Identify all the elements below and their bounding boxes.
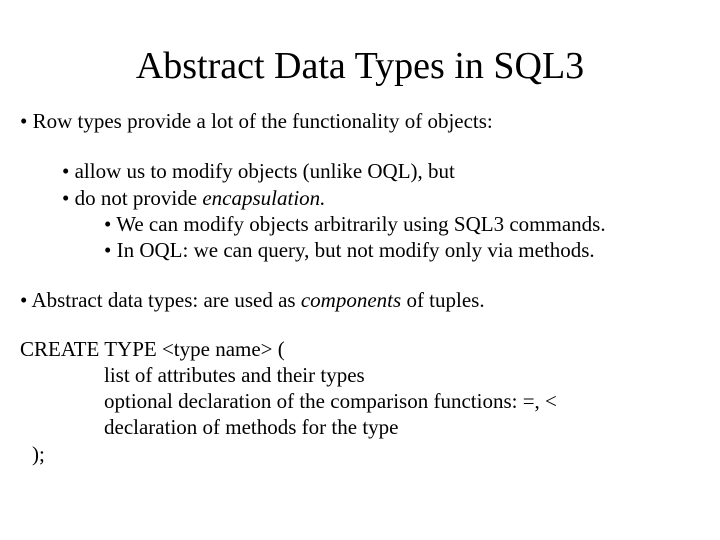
italic-encapsulation: encapsulation. bbox=[202, 186, 325, 210]
code-line-methods: declaration of methods for the type bbox=[104, 414, 700, 440]
text-fragment: • Abstract data types: are used as bbox=[20, 288, 301, 312]
italic-components: components bbox=[301, 288, 401, 312]
bullet-adt-components: • Abstract data types: are used as compo… bbox=[20, 287, 700, 313]
code-line-attributes: list of attributes and their types bbox=[104, 362, 700, 388]
text-fragment: • do not provide bbox=[62, 186, 202, 210]
bullet-modify-arbitrarily: • We can modify objects arbitrarily usin… bbox=[104, 211, 700, 237]
bullet-no-encapsulation: • do not provide encapsulation. bbox=[62, 185, 700, 211]
code-line-comparison: optional declaration of the comparison f… bbox=[104, 388, 700, 414]
text-fragment: of tuples. bbox=[401, 288, 484, 312]
slide-title: Abstract Data Types in SQL3 bbox=[20, 44, 700, 88]
bullet-allow-modify: • allow us to modify objects (unlike OQL… bbox=[62, 158, 700, 184]
slide: Abstract Data Types in SQL3 • Row types … bbox=[0, 0, 720, 540]
bullet-row-types: • Row types provide a lot of the functio… bbox=[20, 108, 700, 134]
spacer bbox=[20, 134, 700, 158]
code-block: CREATE TYPE <type name> ( list of attrib… bbox=[20, 336, 700, 467]
code-line-close: ); bbox=[32, 441, 700, 467]
slide-body: • Row types provide a lot of the functio… bbox=[20, 108, 700, 467]
spacer bbox=[20, 263, 700, 287]
bullet-oql-query: • In OQL: we can query, but not modify o… bbox=[104, 237, 700, 263]
code-line-create-type: CREATE TYPE <type name> ( bbox=[20, 336, 700, 362]
